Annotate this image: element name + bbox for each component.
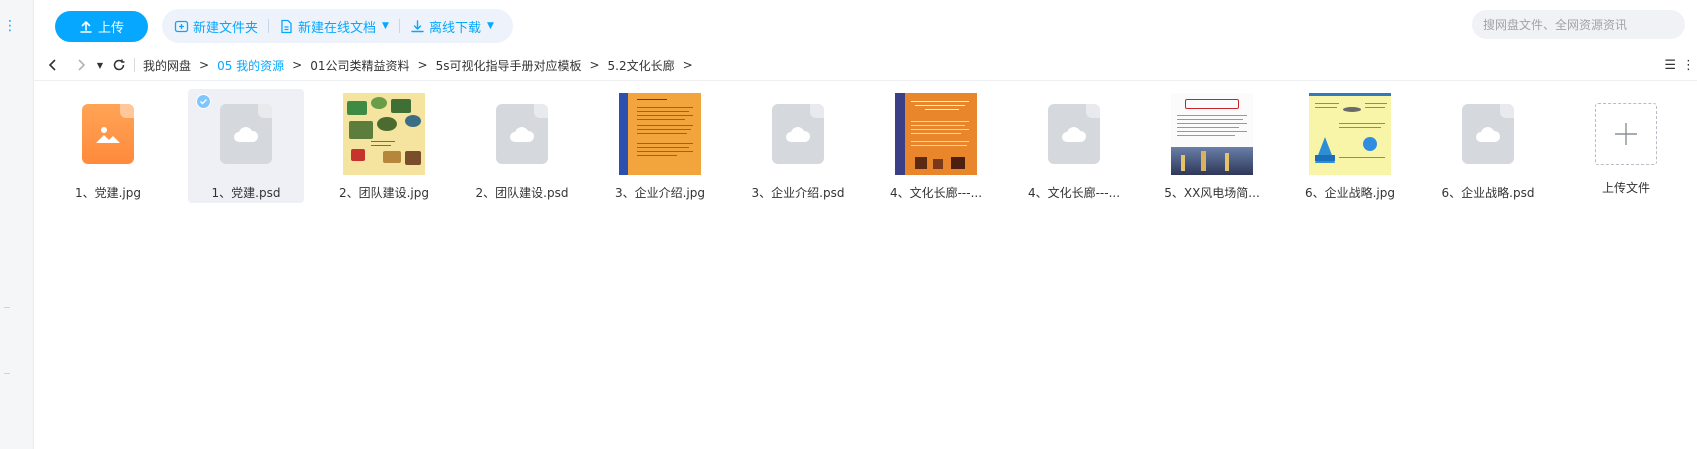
file-tile[interactable]: 1、党建.jpg bbox=[50, 89, 166, 203]
divider bbox=[398, 19, 400, 33]
breadcrumb-item[interactable]: 5s可视化指导手册对应模板 bbox=[436, 57, 582, 74]
upload-button-label: 上传 bbox=[97, 21, 124, 36]
download-icon bbox=[411, 19, 424, 32]
navigation-bar: ▼ 我的网盘 > 05 我的资源 > 01公司类精益资料 > 5s可视化指导手册… bbox=[34, 50, 1697, 81]
caret-down-icon: ▼ bbox=[486, 21, 494, 31]
toolbar-actions: 新建文件夹 新建在线文档 ▼ 离线下载 ▼ bbox=[162, 9, 513, 43]
cloud-file-icon bbox=[772, 104, 824, 164]
divider bbox=[134, 58, 135, 72]
file-name: 3、企业介绍.jpg bbox=[614, 186, 706, 200]
file-thumbnail bbox=[1170, 92, 1254, 176]
upload-button[interactable]: 上传 bbox=[55, 11, 148, 42]
upload-icon bbox=[80, 20, 92, 33]
breadcrumb-separator: > bbox=[292, 58, 303, 72]
upload-file-label: 上传文件 bbox=[1601, 181, 1650, 195]
image-thumbnail bbox=[1171, 93, 1253, 175]
more-vertical-icon[interactable]: ⋮ bbox=[3, 18, 17, 34]
top-toolbar: 上传 新建文件夹 新建在线文档 ▼ 离线下载 ▼ bbox=[34, 0, 1697, 50]
breadcrumb-item[interactable]: 05 我的资源 bbox=[217, 57, 284, 74]
more-vertical-icon[interactable]: ⋮ bbox=[1682, 58, 1695, 73]
file-tile[interactable]: 4、文化长廊---... bbox=[878, 89, 994, 203]
offline-download-button[interactable]: 离线下载 ▼ bbox=[410, 17, 494, 36]
file-name: 5、XX风电场简... bbox=[1164, 186, 1260, 200]
file-tile[interactable]: 2、团队建设.psd bbox=[464, 89, 580, 203]
offline-download-label: 离线下载 bbox=[428, 20, 481, 36]
file-name: 2、团队建设.psd bbox=[475, 186, 569, 200]
file-name: 6、企业战略.psd bbox=[1441, 186, 1535, 200]
file-tile[interactable]: 4、文化长廊---... bbox=[1016, 89, 1132, 203]
upload-file-tile[interactable]: 上传文件 bbox=[1568, 89, 1684, 203]
forward-button[interactable] bbox=[72, 55, 90, 75]
file-tile[interactable]: 5、XX风电场简... bbox=[1154, 89, 1270, 203]
file-thumbnail bbox=[618, 92, 702, 176]
refresh-button[interactable] bbox=[110, 55, 128, 75]
new-online-doc-label: 新建在线文档 bbox=[298, 20, 377, 36]
cloud-file-icon bbox=[220, 104, 272, 164]
refresh-icon bbox=[113, 59, 125, 71]
new-folder-label: 新建文件夹 bbox=[193, 20, 259, 36]
new-online-doc-button[interactable]: 新建在线文档 ▼ bbox=[279, 17, 389, 36]
file-name: 2、团队建设.jpg bbox=[338, 186, 430, 200]
file-thumbnail bbox=[480, 92, 564, 176]
plus-icon bbox=[1615, 123, 1637, 145]
file-tile[interactable]: 6、企业战略.jpg bbox=[1292, 89, 1408, 203]
file-thumbnail bbox=[894, 92, 978, 176]
file-tile[interactable]: 1、党建.psd bbox=[188, 89, 304, 203]
file-grid: 1、党建.jpg 1、党建.psd 2、团队建设.jpg 2、团队建设.psd … bbox=[50, 89, 1684, 203]
breadcrumb-separator: > bbox=[199, 58, 210, 72]
breadcrumb-item[interactable]: 01公司类精益资料 bbox=[310, 57, 409, 74]
image-thumbnail bbox=[343, 93, 425, 175]
left-sidebar-strip: ⋮ bbox=[0, 0, 34, 449]
file-name: 3、企业介绍.psd bbox=[751, 186, 845, 200]
file-name: 4、文化长廊---... bbox=[1027, 186, 1121, 200]
file-name: 1、党建.psd bbox=[211, 186, 281, 200]
chevron-right-icon bbox=[78, 59, 86, 71]
divider bbox=[4, 307, 10, 308]
search-input[interactable] bbox=[1483, 17, 1685, 32]
divider bbox=[4, 373, 10, 374]
add-folder-icon bbox=[174, 20, 189, 32]
file-thumbnail bbox=[204, 92, 288, 176]
file-tile[interactable]: 6、企业战略.psd bbox=[1430, 89, 1546, 203]
upload-file-box[interactable] bbox=[1595, 103, 1657, 165]
file-name: 4、文化长廊---... bbox=[889, 186, 983, 200]
file-thumbnail bbox=[1032, 92, 1116, 176]
document-icon bbox=[281, 19, 292, 33]
cloud-file-icon bbox=[1048, 104, 1100, 164]
file-thumbnail bbox=[1446, 92, 1530, 176]
file-name: 6、企业战略.jpg bbox=[1304, 186, 1396, 200]
sort-icon[interactable]: ☰ bbox=[1664, 58, 1676, 73]
file-thumbnail bbox=[66, 92, 150, 176]
file-tile[interactable]: 3、企业介绍.jpg bbox=[602, 89, 718, 203]
new-folder-button[interactable]: 新建文件夹 bbox=[174, 17, 258, 36]
breadcrumb-item[interactable]: 我的网盘 bbox=[143, 57, 191, 74]
file-name: 1、党建.jpg bbox=[74, 186, 142, 200]
chevron-left-icon bbox=[48, 59, 56, 71]
image-thumbnail bbox=[1309, 93, 1391, 175]
file-tile[interactable]: 3、企业介绍.psd bbox=[740, 89, 856, 203]
file-thumbnail bbox=[756, 92, 840, 176]
breadcrumb-item[interactable]: 5.2文化长廊 bbox=[608, 57, 675, 74]
image-thumbnail bbox=[619, 93, 701, 175]
breadcrumb-separator: > bbox=[682, 58, 693, 72]
view-options: ☰ ⋮ bbox=[1664, 58, 1695, 73]
file-thumbnail bbox=[1308, 92, 1392, 176]
divider bbox=[268, 19, 270, 33]
breadcrumb-separator: > bbox=[589, 58, 600, 72]
caret-down-icon: ▼ bbox=[382, 21, 389, 31]
breadcrumb-separator: > bbox=[417, 58, 428, 72]
file-thumbnail bbox=[342, 92, 426, 176]
history-dropdown[interactable]: ▼ bbox=[94, 55, 106, 75]
file-tile[interactable]: 2、团队建设.jpg bbox=[326, 89, 442, 203]
image-thumbnail bbox=[895, 93, 977, 175]
image-file-icon bbox=[82, 104, 134, 164]
search-box bbox=[1472, 10, 1685, 39]
back-button[interactable] bbox=[44, 55, 62, 75]
cloud-file-icon bbox=[496, 104, 548, 164]
cloud-file-icon bbox=[1462, 104, 1514, 164]
